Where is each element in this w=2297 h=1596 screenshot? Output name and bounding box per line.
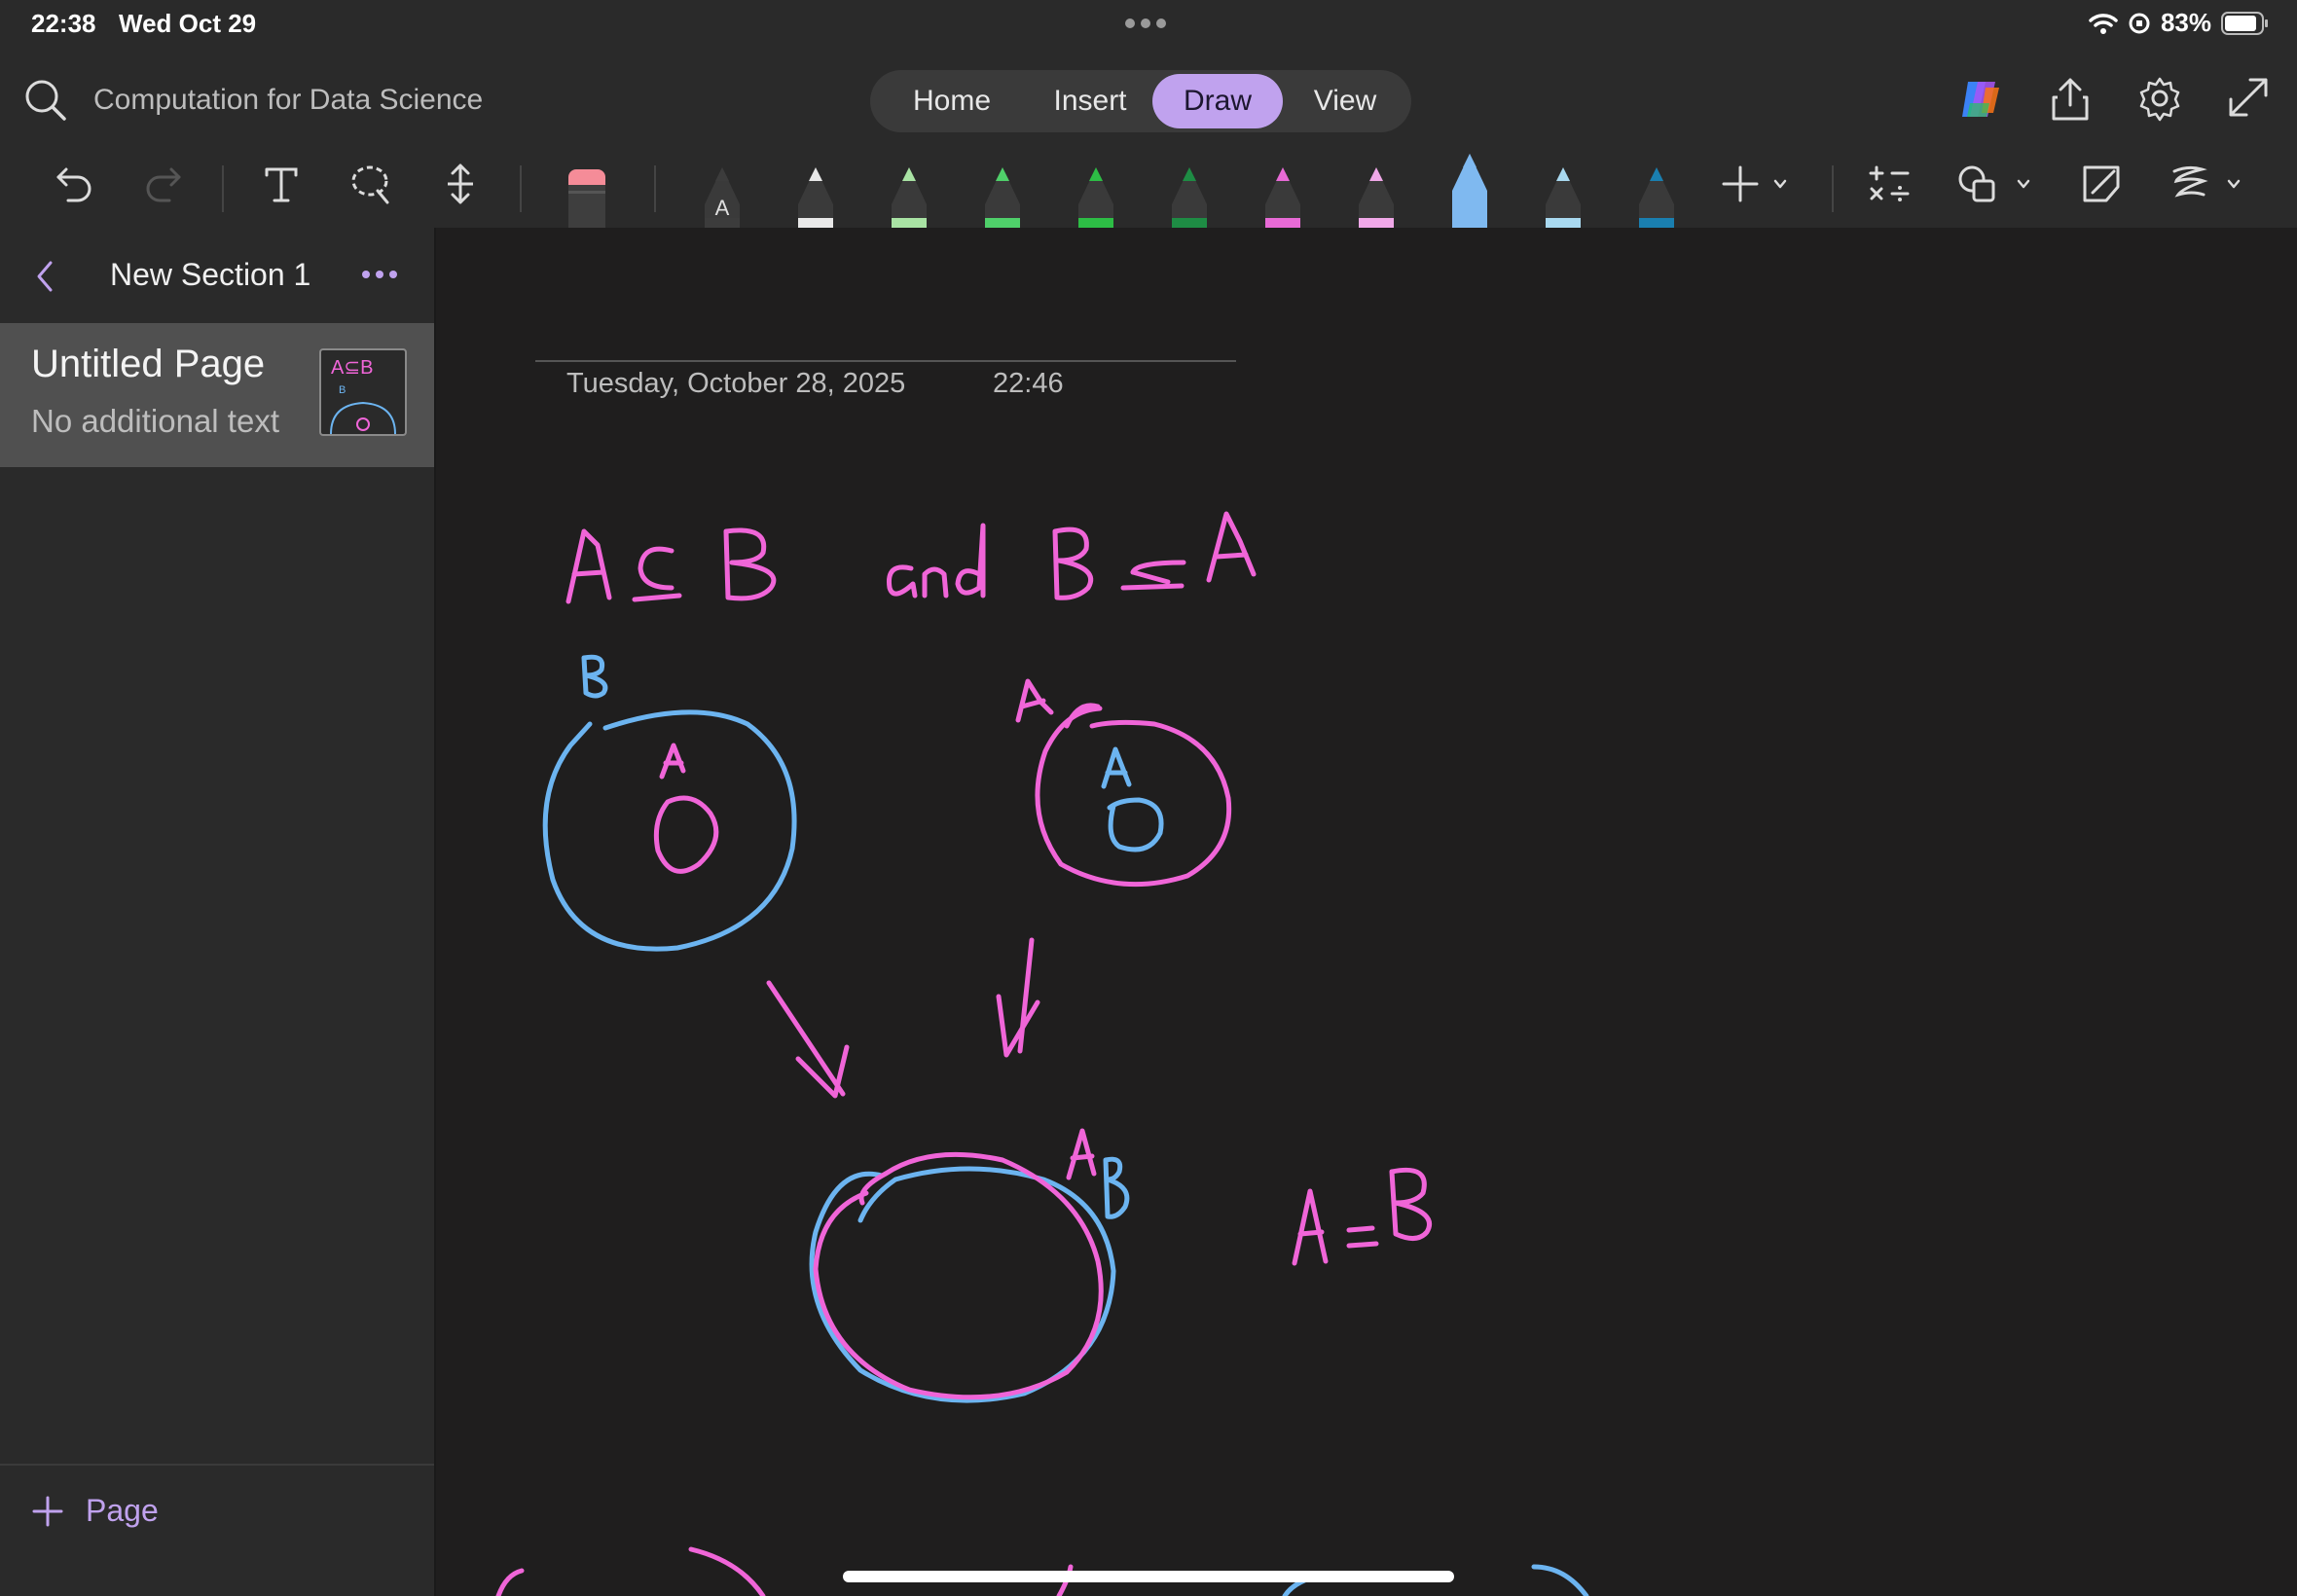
toolbar-divider (654, 165, 656, 212)
pen-dark-gray-icon[interactable]: A (705, 167, 740, 228)
ink-label-a-left (659, 743, 686, 780)
ink-to-shape-icon[interactable] (2079, 162, 2128, 206)
ink-b-subseteq-a (1052, 511, 1257, 600)
ink-circle-a-left (653, 795, 719, 874)
handwritten-ink (495, 511, 1589, 1596)
add-pen-icon[interactable] (1721, 162, 1789, 206)
ink-label-a-right (1015, 678, 1054, 723)
ink-arrow-right (996, 937, 1040, 1058)
draw-toolbar: A (0, 154, 2297, 228)
title-bar: Computation for Data Science Home Insert… (0, 49, 2297, 154)
section-name: New Section 1 (110, 257, 311, 292)
tab-view[interactable]: View (1291, 74, 1400, 128)
status-indicators: 83% (2089, 8, 2270, 38)
tab-home[interactable]: Home (886, 74, 1018, 128)
add-page-label: Page (86, 1493, 159, 1528)
pen-pale-blue-icon[interactable] (1546, 167, 1581, 228)
search-icon[interactable] (23, 78, 68, 123)
pen-tray: A (705, 154, 1674, 228)
ink-label-a-in-right (1101, 746, 1132, 789)
tab-insert[interactable]: Insert (1026, 74, 1154, 128)
pen-light-blue-icon[interactable] (1452, 154, 1487, 228)
sidebar-divider (0, 1464, 434, 1466)
pen-magenta-icon[interactable] (1265, 167, 1300, 228)
page-item-title: Untitled Page (31, 343, 266, 385)
battery-icon (2221, 11, 2268, 35)
pen-white-icon[interactable] (798, 167, 833, 228)
toolbar-divider (222, 165, 224, 212)
page-list-item[interactable]: Untitled Page No additional text A⊆B B (0, 323, 434, 467)
orientation-lock-icon (2129, 13, 2150, 33)
shapes-icon[interactable] (1956, 162, 2034, 206)
ink-circle-a-right (1035, 706, 1232, 888)
ink-style-icon[interactable] (2169, 162, 2246, 206)
pen-dark-green-icon[interactable] (1172, 167, 1207, 228)
copilot-icon[interactable] (1956, 74, 2007, 125)
pen-teal-icon[interactable] (1639, 167, 1674, 228)
text-tool-icon[interactable] (259, 162, 304, 206)
toolbar-divider (1832, 165, 1834, 212)
ink-a-subset-b (565, 527, 777, 604)
thumbnail-ink: A⊆B B (330, 357, 396, 435)
plus-icon (32, 1496, 63, 1526)
onenote-window: 22:38 Wed Oct 29 83% Computation for Dat… (0, 0, 2297, 1596)
ink-label-b-left (581, 654, 608, 699)
page-item-subtitle: No additional text (31, 403, 279, 439)
wifi-icon (2089, 13, 2118, 34)
add-page-button[interactable]: Page (31, 1493, 159, 1529)
notebook-title[interactable]: Computation for Data Science (93, 84, 483, 117)
ink-a-equals-b (1292, 1167, 1432, 1266)
pen-green-icon[interactable] (985, 167, 1020, 228)
undo-icon[interactable] (53, 162, 97, 206)
ribbon-tabs: Home Insert Draw View (870, 70, 1411, 132)
settings-icon[interactable] (2135, 74, 2184, 123)
tab-draw[interactable]: Draw (1152, 74, 1283, 128)
multitasking-dots-icon[interactable] (1125, 18, 1166, 28)
home-indicator[interactable] (843, 1571, 1454, 1582)
ink-arrow-left (766, 980, 850, 1099)
eraser-icon[interactable] (565, 156, 609, 228)
back-chevron-icon[interactable] (33, 259, 58, 294)
toolbar-divider (520, 165, 522, 212)
svg-text:B: B (339, 384, 346, 396)
page-list-sidebar: New Section 1 Untitled Page No additiona… (0, 228, 436, 1596)
math-icon[interactable] (1867, 162, 1915, 206)
ink-circle-b-right (1107, 797, 1164, 852)
status-bar: 22:38 Wed Oct 29 83% (0, 0, 2297, 49)
status-time: 22:38 (31, 9, 96, 38)
insert-space-icon[interactable] (438, 162, 483, 206)
ink-label-a-combined (1066, 1128, 1097, 1180)
ink-circle-b-left (542, 709, 797, 952)
share-icon[interactable] (2046, 74, 2095, 123)
ink-label-b-combined (1103, 1156, 1130, 1219)
redo-icon[interactable] (140, 162, 185, 206)
note-canvas[interactable]: Tuesday, October 28, 2025 22:46 (436, 228, 2297, 1596)
battery-percent: 83% (2160, 8, 2211, 37)
pen-light-pink-icon[interactable] (1359, 167, 1394, 228)
lasso-select-icon[interactable] (348, 162, 393, 206)
svg-text:A: A (715, 196, 730, 220)
pen-light-green-icon[interactable] (892, 167, 927, 228)
page-thumbnail: A⊆B B (319, 348, 407, 436)
more-options-icon[interactable] (362, 271, 397, 278)
thumbnail-text: A⊆B (331, 357, 373, 379)
ink-circle-a-combined (813, 1151, 1104, 1400)
expand-icon[interactable] (2225, 74, 2272, 121)
ink-and (886, 523, 986, 598)
pen-bright-green-icon[interactable] (1078, 167, 1113, 228)
status-date: Wed Oct 29 (119, 9, 257, 38)
